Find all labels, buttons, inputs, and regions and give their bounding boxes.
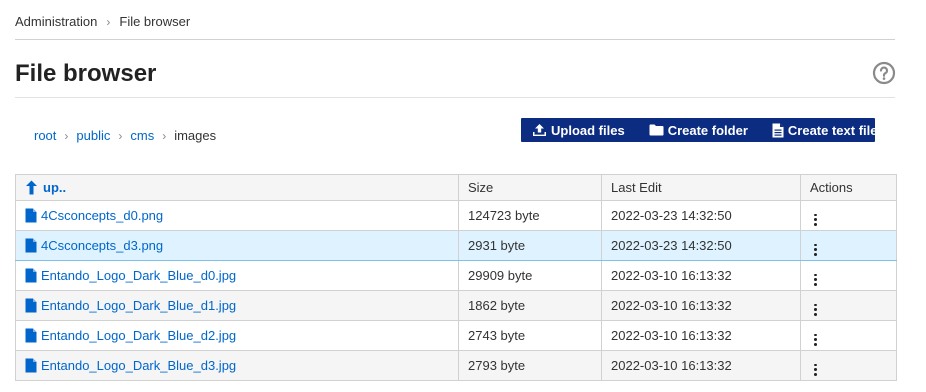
kebab-menu-icon[interactable]	[811, 273, 819, 287]
upload-icon	[533, 124, 546, 136]
file-size-cell: 2743 byte	[458, 320, 602, 351]
file-size-cell: 2931 byte	[458, 230, 602, 261]
file-name-cell: 4Csconcepts_d3.png	[15, 230, 459, 261]
file-icon	[25, 238, 37, 253]
file-table: up.. Size Last Edit Actions 4Csconcepts_…	[15, 174, 897, 381]
path-public-link[interactable]: public	[76, 128, 110, 143]
path-breadcrumb: root › public › cms › images	[34, 128, 216, 143]
file-last-edit-cell: 2022-03-23 14:32:50	[601, 230, 801, 261]
create-text-file-button[interactable]: Create text file	[760, 118, 890, 142]
file-size-cell: 1862 byte	[458, 290, 602, 321]
breadcrumb-separator-icon: ›	[106, 14, 111, 29]
file-name-link[interactable]: Entando_Logo_Dark_Blue_d1.jpg	[41, 298, 236, 313]
file-name-cell: Entando_Logo_Dark_Blue_d1.jpg	[15, 290, 459, 321]
divider	[15, 97, 895, 98]
file-name-link[interactable]: Entando_Logo_Dark_Blue_d0.jpg	[41, 268, 236, 283]
kebab-menu-icon[interactable]	[811, 363, 819, 377]
path-separator-icon: ›	[118, 128, 123, 143]
arrow-up-icon	[26, 180, 37, 195]
column-header-name[interactable]: up..	[15, 174, 459, 201]
file-size-cell: 29909 byte	[458, 260, 602, 291]
file-name-link[interactable]: Entando_Logo_Dark_Blue_d2.jpg	[41, 328, 236, 343]
file-toolbar: Upload files Create folder Create text f…	[521, 118, 877, 142]
file-size-cell: 124723 byte	[458, 200, 602, 231]
file-actions-cell	[800, 290, 897, 321]
up-directory-link[interactable]: up..	[25, 180, 449, 195]
file-last-edit-cell: 2022-03-23 14:32:50	[601, 200, 801, 231]
table-row[interactable]: 4Csconcepts_d0.png 124723 byte 2022-03-23 …	[15, 200, 897, 231]
file-icon	[25, 208, 37, 223]
upload-files-button[interactable]: Upload files	[521, 118, 637, 142]
upload-files-label: Upload files	[551, 122, 625, 138]
file-text-icon	[772, 123, 784, 137]
table-row[interactable]: Entando_Logo_Dark_Blue_d3.jpg 2793 byte 20…	[15, 350, 897, 381]
kebab-menu-icon[interactable]	[811, 213, 819, 227]
table-row[interactable]: 4Csconcepts_d3.png 2931 byte 2022-03-23 14…	[15, 230, 897, 261]
page-title: File browser	[15, 60, 157, 87]
file-icon	[25, 358, 37, 373]
file-name-link[interactable]: Entando_Logo_Dark_Blue_d3.jpg	[41, 358, 236, 373]
create-folder-label: Create folder	[667, 122, 748, 138]
path-separator-icon: ›	[64, 128, 69, 143]
file-icon	[25, 268, 37, 283]
kebab-menu-icon[interactable]	[811, 333, 819, 347]
file-actions-cell	[800, 200, 897, 231]
table-row[interactable]: Entando_Logo_Dark_Blue_d2.jpg 2743 byte 20…	[15, 320, 897, 351]
file-last-edit-cell: 2022-03-10 16:13:32	[601, 350, 801, 381]
file-last-edit-cell: 2022-03-10 16:13:32	[601, 260, 801, 291]
column-header-size: Size	[458, 174, 602, 201]
kebab-menu-icon[interactable]	[811, 243, 819, 257]
path-separator-icon: ›	[162, 128, 167, 143]
file-name-cell: Entando_Logo_Dark_Blue_d3.jpg	[15, 350, 459, 381]
file-last-edit-cell: 2022-03-10 16:13:32	[601, 320, 801, 351]
question-circle-icon[interactable]	[872, 61, 896, 85]
kebab-menu-icon[interactable]	[811, 303, 819, 317]
create-text-file-label: Create text file	[787, 122, 878, 138]
folder-icon	[649, 124, 664, 136]
divider	[15, 39, 895, 40]
path-cms-link[interactable]: cms	[130, 128, 154, 143]
table-header-row: up.. Size Last Edit Actions	[15, 174, 897, 201]
file-name-link[interactable]: 4Csconcepts_d0.png	[41, 208, 163, 223]
file-actions-cell	[800, 230, 897, 261]
breadcrumb: Administration › File browser	[15, 14, 190, 29]
file-actions-cell	[800, 320, 897, 351]
path-root-link[interactable]: root	[34, 128, 56, 143]
breadcrumb-administration[interactable]: Administration	[15, 14, 97, 29]
table-row[interactable]: Entando_Logo_Dark_Blue_d1.jpg 1862 byte 20…	[15, 290, 897, 321]
table-row[interactable]: Entando_Logo_Dark_Blue_d0.jpg 29909 byte 2…	[15, 260, 897, 291]
breadcrumb-file-browser: File browser	[119, 14, 191, 29]
up-directory-label: up..	[43, 180, 67, 195]
path-current: images	[174, 128, 217, 143]
file-name-cell: 4Csconcepts_d0.png	[15, 200, 459, 231]
file-icon	[25, 298, 37, 313]
create-folder-button[interactable]: Create folder	[637, 118, 760, 142]
file-name-cell: Entando_Logo_Dark_Blue_d2.jpg	[15, 320, 459, 351]
column-header-last-edit: Last Edit	[601, 174, 801, 201]
file-size-cell: 2793 byte	[458, 350, 602, 381]
file-name-cell: Entando_Logo_Dark_Blue_d0.jpg	[15, 260, 459, 291]
file-last-edit-cell: 2022-03-10 16:13:32	[601, 290, 801, 321]
file-icon	[25, 328, 37, 343]
file-actions-cell	[800, 350, 897, 381]
file-actions-cell	[800, 260, 897, 291]
file-name-link[interactable]: 4Csconcepts_d3.png	[41, 238, 163, 253]
column-header-actions: Actions	[800, 174, 897, 201]
